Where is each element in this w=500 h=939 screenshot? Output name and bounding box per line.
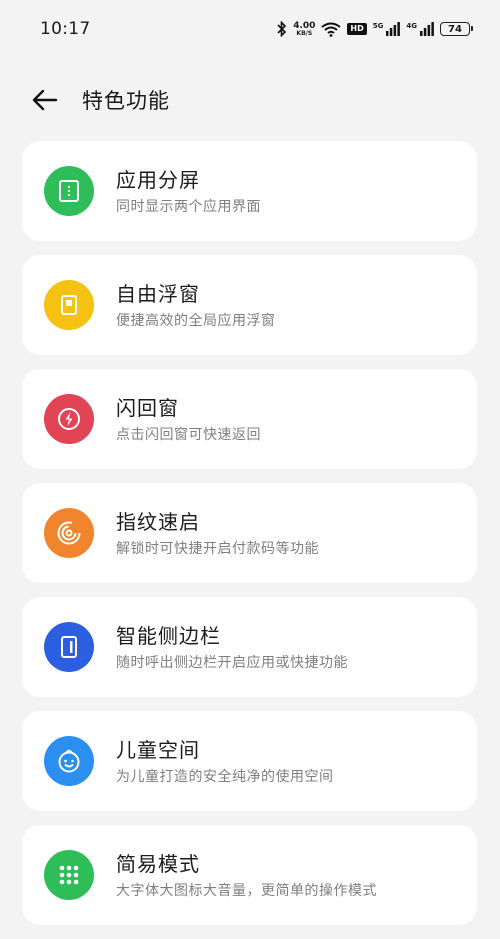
- floating-window-icon: [44, 280, 94, 330]
- feature-item-fingerprint-quick-launch[interactable]: 指纹速启 解锁时可快捷开启付款码等功能: [22, 483, 477, 583]
- feature-item-floating-window[interactable]: 自由浮窗 便捷高效的全局应用浮窗: [22, 255, 477, 355]
- feature-title: 闪回窗: [116, 395, 179, 420]
- page-title: 特色功能: [82, 89, 170, 113]
- feature-item-flashback-window[interactable]: 闪回窗 点击闪回窗可快速返回: [22, 369, 477, 469]
- status-icons: 4.00 KB/S HD 5G 4G 74: [277, 21, 473, 37]
- signal-strength-icon: [386, 22, 401, 36]
- feature-title: 指纹速启: [116, 509, 200, 534]
- flashback-icon: [44, 394, 94, 444]
- feature-item-simple-mode[interactable]: 简易模式 大字体大图标大音量，更简单的操作模式: [22, 825, 477, 925]
- feature-item-kids-space[interactable]: 儿童空间 为儿童打造的安全纯净的使用空间: [22, 711, 477, 811]
- split-screen-icon: [44, 166, 94, 216]
- feature-item-app-split-screen[interactable]: 应用分屏 同时显示两个应用界面: [22, 141, 477, 241]
- feature-title: 智能侧边栏: [116, 623, 221, 648]
- feature-subtitle: 点击闪回窗可快速返回: [116, 426, 261, 443]
- feature-title: 简易模式: [116, 851, 200, 876]
- signal-strength-icon: [420, 22, 434, 36]
- feature-title: 自由浮窗: [116, 281, 200, 306]
- status-bar: 10:17 4.00 KB/S HD 5G 4G 74: [0, 0, 500, 58]
- feature-title: 儿童空间: [116, 737, 200, 762]
- feature-subtitle: 为儿童打造的安全纯净的使用空间: [116, 768, 334, 785]
- feature-title: 应用分屏: [116, 167, 200, 192]
- network-speed: 4.00 KB/S: [293, 21, 315, 37]
- sim2-network-type: 4G: [406, 22, 417, 30]
- network-speed-unit: KB/S: [296, 29, 313, 37]
- back-arrow-icon: [32, 89, 58, 111]
- fingerprint-icon: [44, 508, 94, 558]
- feature-subtitle: 解锁时可快捷开启付款码等功能: [116, 540, 319, 557]
- wifi-icon: [321, 22, 342, 37]
- hd-voice-badge: HD: [347, 23, 367, 35]
- page-header: 特色功能: [0, 72, 500, 128]
- sidebar-icon: [44, 622, 94, 672]
- feature-subtitle: 便捷高效的全局应用浮窗: [116, 312, 276, 329]
- feature-subtitle: 大字体大图标大音量，更简单的操作模式: [116, 882, 377, 899]
- battery-icon: 74: [440, 22, 473, 36]
- sim1-network-type: 5G: [372, 22, 384, 30]
- kid-face-icon: [44, 736, 94, 786]
- battery-level: 74: [448, 23, 462, 35]
- feature-subtitle: 随时呼出侧边栏开启应用或快捷功能: [116, 654, 348, 671]
- back-button[interactable]: [30, 85, 60, 115]
- feature-subtitle: 同时显示两个应用界面: [116, 198, 261, 215]
- feature-list: 应用分屏 同时显示两个应用界面 自由浮窗 便捷高效的全局应用浮窗 闪回窗 点击闪…: [22, 141, 477, 939]
- feature-item-smart-sidebar[interactable]: 智能侧边栏 随时呼出侧边栏开启应用或快捷功能: [22, 597, 477, 697]
- bluetooth-icon: [277, 21, 287, 37]
- status-time: 10:17: [40, 19, 91, 39]
